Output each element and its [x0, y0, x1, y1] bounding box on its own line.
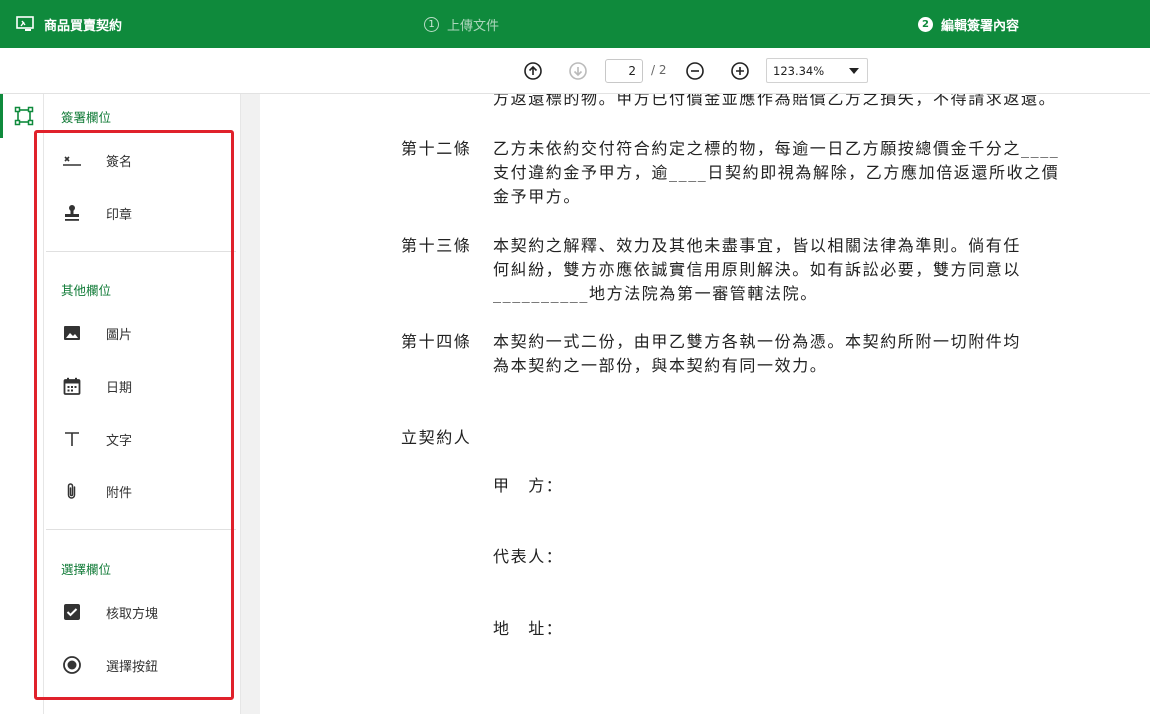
document-line: 何糾紛，雙方亦應依誠實信用原則解決。如有訴訟必要，雙方同意以 — [493, 260, 1022, 279]
document-title: 商品買賣契約 — [16, 0, 122, 48]
field-tool-icon — [14, 106, 33, 126]
zoom-in-icon — [731, 62, 749, 80]
page-total: / 2 — [651, 63, 667, 77]
document-line: 方返還標的物。甲方已付價金並應作為賠償乙方之損失，不得請求返還。 — [493, 94, 1057, 108]
section-title-signature: 簽署欄位 — [61, 110, 112, 125]
document-line: 為本契約之一部份，與本契約有同一效力。 — [493, 356, 828, 375]
step-number: 2 — [918, 16, 933, 32]
field-signature[interactable]: 簽名 — [44, 140, 241, 180]
section-divider — [46, 251, 236, 252]
field-attachment[interactable]: 附件 — [44, 471, 241, 511]
field-label: 選擇按鈕 — [106, 660, 159, 675]
signatory-field: 代表人： — [493, 547, 564, 566]
field-stamp[interactable]: 印章 — [44, 193, 241, 233]
article-label: 第十二條 — [401, 139, 472, 158]
field-panel: 簽署欄位 簽名 印章 其他欄位 圖片 日期 文字 附件 選擇欄位 核取方塊 選擇… — [44, 94, 241, 714]
stamp-icon — [62, 203, 82, 223]
section-title-other: 其他欄位 — [61, 283, 112, 298]
zoom-out-icon — [686, 62, 704, 80]
viewer-toolbar: / 2 123.34% — [0, 48, 1150, 94]
field-text[interactable]: 文字 — [44, 419, 241, 459]
field-radio[interactable]: 選擇按鈕 — [44, 645, 241, 685]
field-image[interactable]: 圖片 — [44, 313, 241, 353]
signatory-field: 甲 方： — [493, 476, 564, 495]
next-page-button[interactable] — [568, 61, 588, 81]
article-label: 第十四條 — [401, 332, 472, 351]
zoom-value: 123.34% — [773, 63, 825, 78]
step-label: 編輯簽署內容 — [941, 18, 1020, 34]
paperclip-icon — [62, 481, 82, 501]
field-label: 附件 — [106, 486, 133, 501]
document-line: 乙方未依約交付符合約定之標的物，每逾一日乙方願按總價金千分之____ — [493, 139, 1060, 158]
document-line: 支付違約金予甲方，逾____日契約即視為解除，乙方應加倍返還所收之價 — [493, 163, 1060, 182]
section-title-selection: 選擇欄位 — [61, 562, 112, 577]
signatory-field: 地 址： — [493, 619, 564, 638]
checkbox-icon — [62, 602, 82, 622]
radio-icon — [62, 655, 82, 675]
zoom-in-button[interactable] — [730, 61, 750, 81]
field-label: 簽名 — [106, 155, 133, 170]
left-rail — [0, 94, 44, 714]
step-edit[interactable]: 2 編輯簽署內容 — [918, 0, 1019, 48]
page-number-input[interactable] — [605, 59, 643, 83]
arrow-up-circle-icon — [524, 62, 542, 80]
step-label: 上傳文件 — [447, 18, 500, 34]
field-label: 核取方塊 — [106, 607, 159, 622]
document-line: __________地方法院為第一審管轄法院。 — [493, 284, 818, 303]
text-icon — [62, 429, 82, 449]
field-label: 文字 — [106, 434, 133, 449]
arrow-down-circle-icon — [569, 62, 587, 80]
zoom-out-button[interactable] — [685, 61, 705, 81]
zoom-select[interactable]: 123.34% — [766, 58, 868, 83]
signatory-label: 立契約人 — [401, 428, 472, 447]
rail-fields-tab[interactable] — [0, 94, 44, 138]
image-icon — [62, 323, 82, 343]
document-line: 本契約之解釋、效力及其他未盡事宜，皆以相關法律為準則。倘有任 — [493, 236, 1022, 255]
field-label: 日期 — [106, 381, 133, 396]
field-label: 印章 — [106, 208, 133, 223]
field-date[interactable]: 日期 — [44, 366, 241, 406]
document-page[interactable]: 方返還標的物。甲方已付價金並應作為賠償乙方之損失，不得請求返還。 第十二條 乙方… — [260, 94, 1150, 714]
document-title-text: 商品買賣契約 — [44, 18, 123, 34]
document-sign-icon — [16, 16, 34, 32]
step-number: 1 — [424, 16, 439, 32]
article-label: 第十三條 — [401, 236, 472, 255]
viewer-gutter — [241, 94, 260, 714]
field-checkbox[interactable]: 核取方塊 — [44, 592, 241, 632]
document-line: 本契約一式二份，由甲乙雙方各執一份為憑。本契約所附一切附件均 — [493, 332, 1022, 351]
step-upload[interactable]: 1 上傳文件 — [424, 0, 499, 48]
signature-icon — [62, 150, 82, 170]
calendar-icon — [62, 376, 82, 396]
top-header: 商品買賣契約 1 上傳文件 2 編輯簽署內容 — [0, 0, 1150, 48]
prev-page-button[interactable] — [523, 61, 543, 81]
chevron-down-icon — [849, 68, 859, 74]
document-line: 金予甲方。 — [493, 187, 582, 206]
field-label: 圖片 — [106, 328, 133, 343]
section-divider — [46, 529, 236, 530]
